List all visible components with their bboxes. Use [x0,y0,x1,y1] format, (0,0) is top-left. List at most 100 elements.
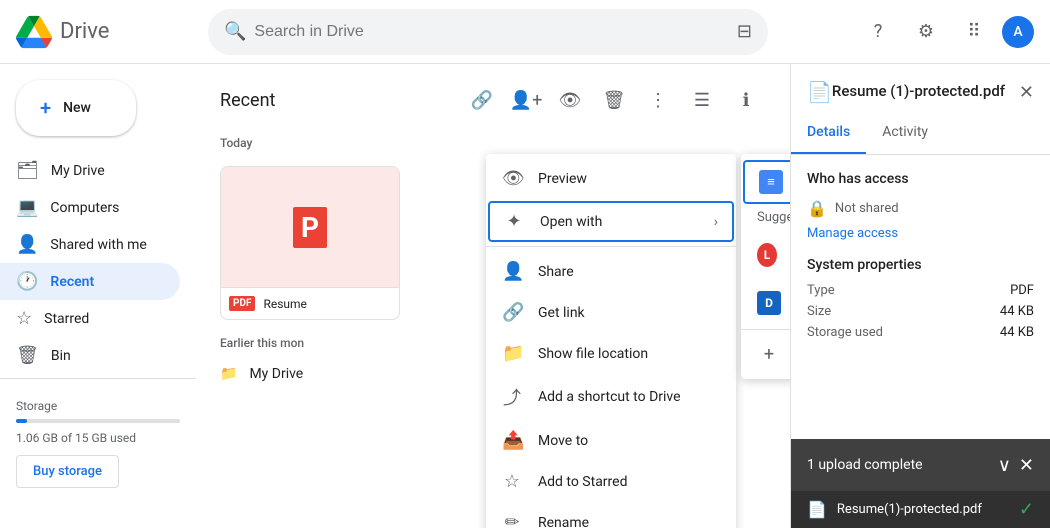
filter-icon[interactable]: ⊟ [737,21,752,42]
manage-access-link[interactable]: Manage access [807,226,1034,241]
file-name-label: Resume [263,297,391,311]
ctx-share[interactable]: 👤 Share [486,251,736,292]
starred-icon: ☆ [16,308,32,329]
ctx-rename[interactable]: ✏ Rename [486,502,736,528]
ctx-open-with[interactable]: ✦ Open with › [488,201,734,242]
sidebar-item-my-drive[interactable]: 🗂 My Drive [0,152,180,189]
link-button[interactable]: 🔗 [462,80,502,120]
list-view-button[interactable]: ☰ [682,80,722,120]
system-props-title: System properties [807,257,1034,273]
prop-storage-val: 44 KB [1000,325,1034,340]
arrow-icon: › [714,214,718,230]
search-input[interactable] [254,23,728,41]
right-panel: 📄 Resume (1)-protected.pdf ✕ Details Act… [790,64,1050,528]
more-button[interactable]: ⋮ [638,80,678,120]
file-preview: P [221,167,399,287]
drive-logo-icon [16,14,52,50]
apps-button[interactable]: ⠿ [954,12,994,52]
ctx-show-location-label: Show file location [538,346,720,362]
upload-bar: 1 upload complete ∨ ✕ [791,439,1050,491]
submenu-sep [741,329,790,330]
preview-icon: 👁 [502,168,522,189]
folder-icon: 📁 [502,343,522,364]
storage-bar-bg [16,419,180,423]
submenu-lumin[interactable]: L Lumin PDF - Edit or Sign Documents [741,229,790,281]
upload-file-name: Resume(1)-protected.pdf [837,502,1009,517]
app-title: Drive [60,19,109,44]
sidebar-item-starred[interactable]: ☆ Starred [0,300,180,337]
ctx-move-label: Move to [538,433,720,449]
add-people-button[interactable]: 👤+ [506,80,546,120]
ctx-share-label: Share [538,264,720,280]
toolbar-icons: 🔗 👤+ 👁 🗑 ⋮ ☰ ℹ [462,80,766,120]
trash-button[interactable]: 🗑 [594,80,634,120]
ctx-move-to[interactable]: 📤 Move to [486,420,736,461]
buy-storage-button[interactable]: Buy storage [16,455,119,488]
ctx-starred-label: Add to Starred [538,474,720,490]
help-button[interactable]: ? [858,12,898,52]
file-footer: PDF Resume [221,287,399,319]
sidebar-item-label: Starred [44,311,89,327]
tab-details[interactable]: Details [791,112,866,154]
upload-file-icon: 📄 [807,500,827,519]
ctx-preview[interactable]: 👁 Preview [486,158,736,199]
main-layout: + New 🗂 My Drive 💻 Computers 👤 Shared wi… [0,64,1050,528]
ctx-open-with-label: Open with [540,214,698,230]
sidebar: + New 🗂 My Drive 💻 Computers 👤 Shared wi… [0,64,196,528]
computers-icon: 💻 [16,197,38,218]
ctx-add-shortcut[interactable]: ⤴ Add a shortcut to Drive [486,374,736,420]
search-icon: 🔍 [224,21,246,42]
sidebar-item-computers[interactable]: 💻 Computers [0,189,180,226]
prop-size: Size 44 KB [807,304,1034,319]
storage-bar-fill [16,419,27,423]
recent-icon: 🕐 [16,271,38,292]
file-card-resume[interactable]: P PDF Resume [220,166,400,320]
ctx-get-link[interactable]: 🔗 Get link [486,292,736,333]
lock-icon: 🔒 [807,199,827,218]
logo-area: Drive [16,14,196,50]
tab-activity[interactable]: Activity [866,112,944,154]
google-docs-icon: ≡ [759,170,783,194]
prop-storage-key: Storage used [807,325,883,340]
upload-close-button[interactable]: ✕ [1019,455,1034,476]
panel-close-button[interactable]: ✕ [1019,82,1034,103]
sidebar-item-recent[interactable]: 🕐 Recent [0,263,180,300]
sidebar-item-label: Shared with me [50,237,146,253]
storage-used-text: 1.06 GB of 15 GB used [16,431,180,445]
bin-icon: 🗑 [16,345,39,366]
connect-more-apps[interactable]: + Connect more apps [741,334,790,375]
suggested-apps-label: Suggested apps [741,206,790,229]
open-with-icon: ✦ [504,211,524,232]
upload-complete-text: 1 upload complete [807,457,998,473]
preview-button[interactable]: 👁 [550,80,590,120]
panel-header: 📄 Resume (1)-protected.pdf ✕ [791,64,1050,112]
panel-tabs: Details Activity [791,112,1050,155]
upload-check-icon: ✓ [1019,499,1034,520]
file-list-label: My Drive [249,366,303,382]
submenu-google-docs[interactable]: ≡ Google Docs [743,160,790,204]
sidebar-item-bin[interactable]: 🗑 Bin [0,337,180,374]
upload-collapse-button[interactable]: ∨ [998,455,1011,476]
search-bar[interactable]: 🔍 ⊟ [208,9,768,55]
storage-label: Storage [16,399,180,413]
topbar: Drive 🔍 ⊟ ? ⚙ ⠿ A [0,0,1050,64]
avatar[interactable]: A [1002,16,1034,48]
panel-file-icon: 📄 [807,80,832,104]
pdf-icon-sm: PDF [229,296,255,311]
ctx-add-starred[interactable]: ☆ Add to Starred [486,461,736,502]
lumin-label: Lumin PDF - Edit or Sign Documents [789,239,790,271]
sidebar-item-shared[interactable]: 👤 Shared with me [0,226,180,263]
upload-file-row: 📄 Resume(1)-protected.pdf ✓ [791,491,1050,528]
lumin-icon: L [757,243,777,267]
plus-icon: + [40,96,51,120]
ctx-show-location[interactable]: 📁 Show file location [486,333,736,374]
new-button[interactable]: + New [16,80,136,136]
ctx-add-shortcut-label: Add a shortcut to Drive [538,389,720,405]
connect-plus-icon: + [757,344,781,365]
prop-storage: Storage used 44 KB [807,325,1034,340]
who-has-access-title: Who has access [807,171,1034,187]
info-button[interactable]: ℹ [726,80,766,120]
shortcut-icon: ⤴ [502,384,522,410]
settings-button[interactable]: ⚙ [906,12,946,52]
submenu-dochub[interactable]: D DocHub - PDF Sign and Edit [741,281,790,325]
